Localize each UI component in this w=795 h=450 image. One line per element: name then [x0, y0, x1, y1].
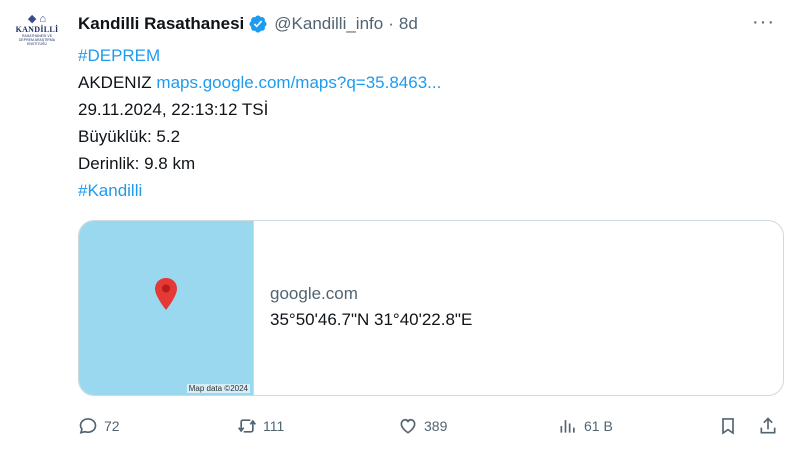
observatory-logo-icon: ◆ ⌂: [27, 13, 47, 25]
more-icon[interactable]: ···: [752, 12, 775, 32]
card-domain: google.com: [270, 284, 358, 303]
repost-button[interactable]: 111: [237, 414, 284, 438]
tweet-text: #DEPREM AKDENIZ maps.google.com/maps?q=3…: [78, 42, 758, 204]
like-button[interactable]: 389: [398, 414, 447, 438]
map-pin-icon: [155, 278, 177, 310]
avatar-logo-text: KANDİLLİ: [15, 25, 59, 34]
hashtag-kandilli[interactable]: #Kandilli: [78, 181, 142, 200]
like-count: 389: [424, 418, 448, 434]
hashtag-deprem[interactable]: #DEPREM: [78, 46, 160, 65]
depth-text: Derinlik: 9.8 km: [78, 154, 196, 173]
reply-icon: [79, 418, 97, 434]
card-title: 35°50'46.7"N 31°40'22.8"E: [270, 310, 473, 329]
map-credit: Map data ©2024: [186, 384, 250, 393]
author-handle[interactable]: @Kandilli_info: [274, 14, 383, 34]
views-count: 61 B: [584, 418, 613, 434]
location-text: AKDENIZ: [78, 73, 157, 92]
like-icon: [400, 418, 416, 434]
map-thumbnail[interactable]: Map data ©2024: [79, 221, 254, 395]
views-button[interactable]: 61 B: [558, 414, 613, 438]
avatar[interactable]: ◆ ⌂ KANDİLLİ RASATHANESİ VE DEPREM ARAŞT…: [14, 12, 60, 58]
datetime-text: 29.11.2024, 22:13:12 TSİ: [78, 100, 269, 119]
tweet-header: Kandilli Rasathanesi @Kandilli_info · 8d…: [78, 12, 775, 36]
separator-dot: ·: [388, 14, 394, 33]
link-card[interactable]: Map data ©2024 google.com 35°50'46.7"N 3…: [78, 220, 784, 396]
views-icon: [560, 420, 575, 433]
bookmark-icon: [722, 418, 734, 435]
share-button[interactable]: [758, 414, 784, 438]
bookmark-button[interactable]: [718, 414, 744, 438]
avatar-logo-subtext: RASATHANESİ VE DEPREM ARAŞTIRMA ENSTİTÜS…: [18, 34, 56, 46]
repost-icon: [238, 419, 256, 433]
reply-count: 72: [104, 418, 120, 434]
repost-count: 111: [263, 418, 285, 434]
card-text: google.com 35°50'46.7"N 31°40'22.8"E: [254, 221, 472, 395]
action-bar: 72 111 389 61 B: [78, 414, 782, 438]
share-icon: [760, 417, 776, 434]
author-name[interactable]: Kandilli Rasathanesi: [78, 14, 244, 34]
map-link[interactable]: maps.google.com/maps?q=35.8463...: [156, 73, 441, 92]
tweet-time[interactable]: 8d: [399, 14, 418, 34]
verified-badge-icon: [249, 15, 267, 33]
reply-button[interactable]: 72: [78, 414, 120, 438]
magnitude-text: Büyüklük: 5.2: [78, 127, 181, 146]
